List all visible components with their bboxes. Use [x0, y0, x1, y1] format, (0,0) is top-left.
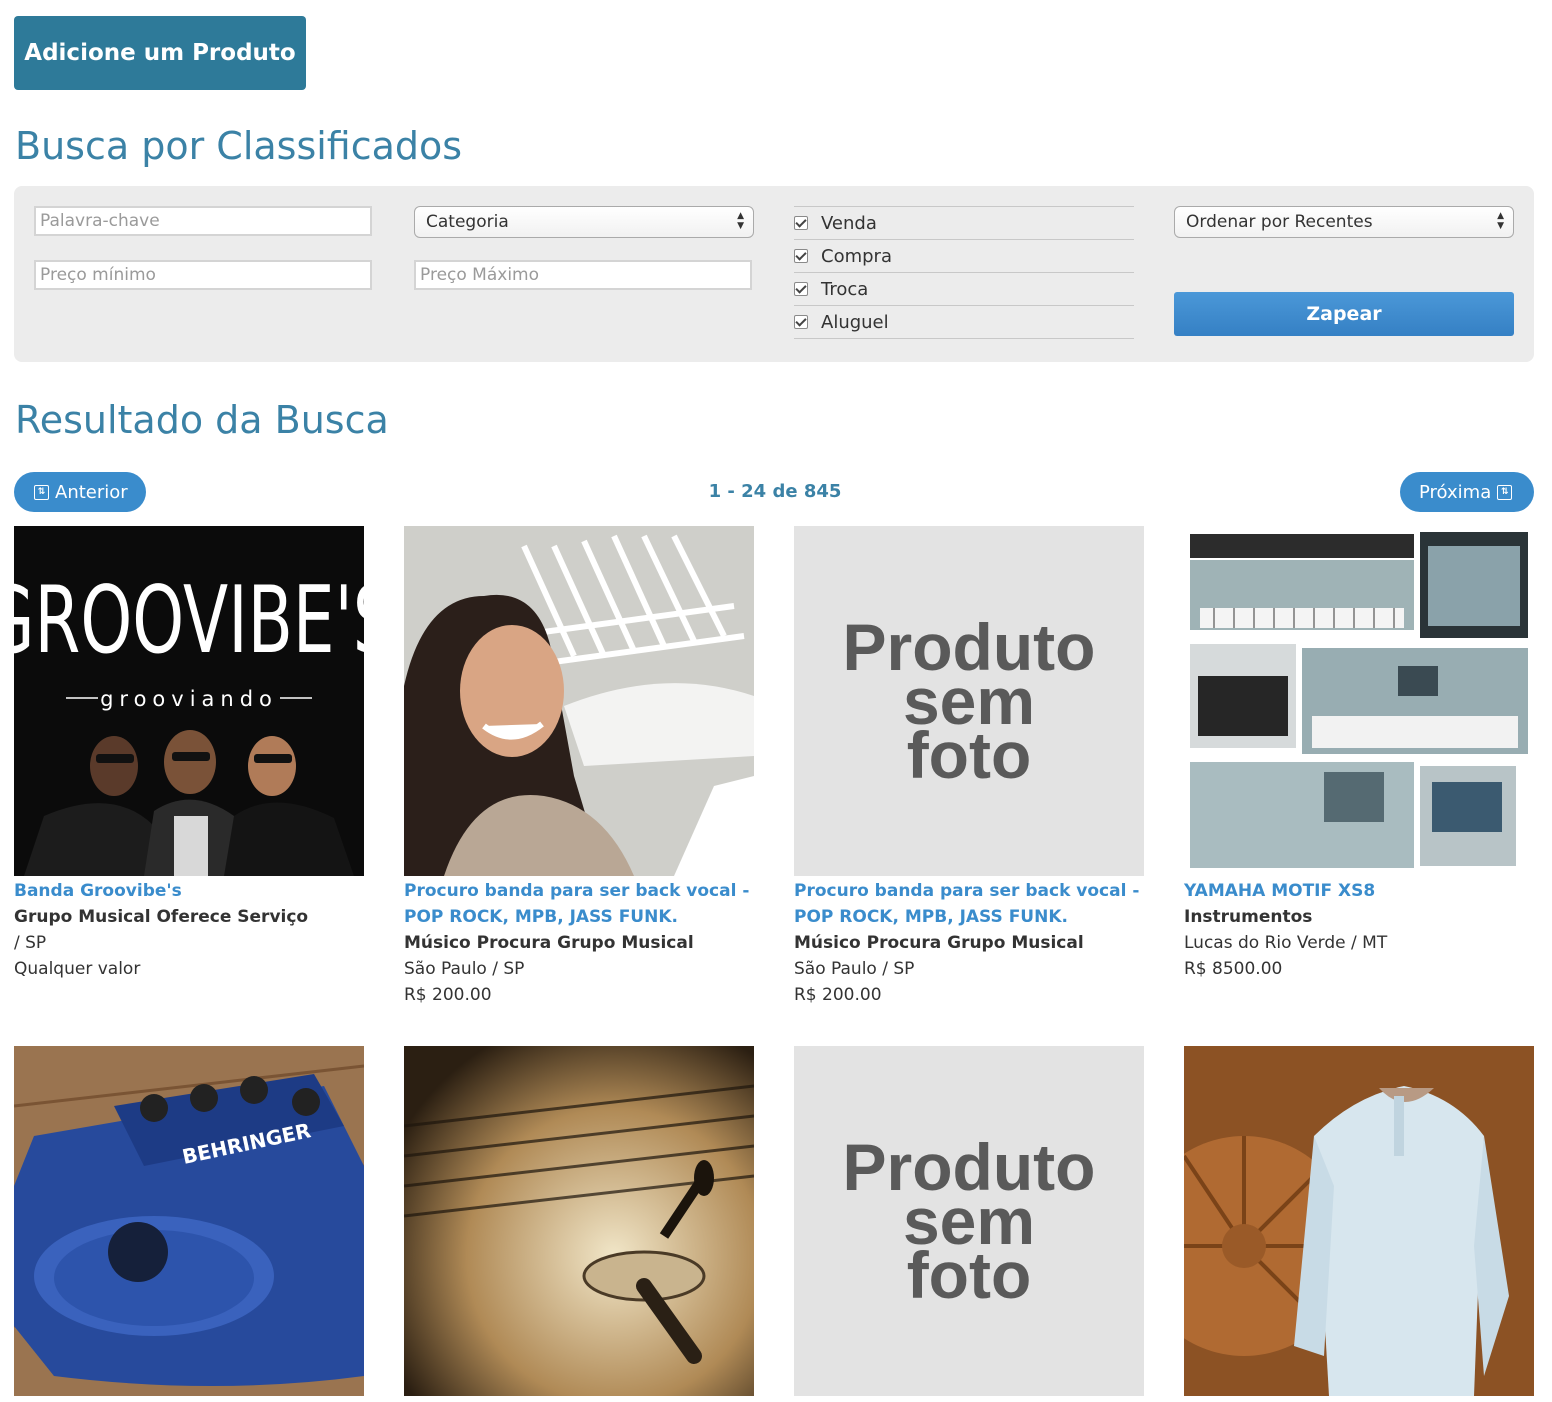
product-location: São Paulo / SP: [404, 959, 525, 979]
product-location: / SP: [14, 933, 47, 953]
sort-select-value: Ordenar por Recentes: [1186, 212, 1373, 232]
product-title[interactable]: YAMAHA MOTIF XS8: [1184, 878, 1534, 904]
results-title: Resultado da Busca: [15, 398, 389, 442]
product-price: R$ 200.00: [794, 985, 882, 1005]
product-card[interactable]: Produto sem foto Procuro banda para ser …: [794, 526, 1144, 1008]
svg-text:grooviando: grooviando: [100, 687, 278, 711]
product-no-photo-placeholder[interactable]: Produto sem foto: [794, 526, 1144, 876]
product-location: São Paulo / SP: [794, 959, 915, 979]
checkbox-checked-icon[interactable]: [794, 315, 808, 329]
product-title[interactable]: Banda Groovibe's: [14, 878, 364, 904]
product-card[interactable]: Procuro banda para ser back vocal - POP …: [404, 526, 754, 1008]
category-select[interactable]: Categoria ▲ ▼: [414, 206, 754, 238]
max-price-input[interactable]: [414, 260, 752, 290]
type-label: Aluguel: [821, 311, 889, 333]
product-image-groovibes[interactable]: GROOVIBE'S grooviando: [14, 526, 364, 876]
results-counter: 1 - 24 de 845: [708, 481, 842, 502]
product-no-photo-placeholder[interactable]: Produto sem foto: [794, 1046, 1144, 1396]
sort-select[interactable]: Ordenar por Recentes ▲ ▼: [1174, 206, 1514, 238]
type-venda-checkbox[interactable]: Venda: [794, 206, 1134, 239]
product-image-shirt[interactable]: [1184, 1046, 1534, 1396]
search-title: Busca por Classificados: [15, 124, 463, 168]
select-arrows-icon: ▲ ▼: [737, 211, 744, 231]
product-image-guitar[interactable]: [404, 1046, 754, 1396]
previous-page-button[interactable]: ⇅ Anterior: [14, 472, 146, 512]
product-category: Músico Procura Grupo Musical: [794, 933, 1084, 953]
product-image-selfie[interactable]: [404, 526, 754, 876]
product-card[interactable]: [1184, 1046, 1534, 1396]
category-select-value: Categoria: [426, 212, 509, 232]
product-category: Músico Procura Grupo Musical: [404, 933, 694, 953]
select-arrows-icon: ▲ ▼: [1497, 211, 1504, 231]
checkbox-checked-icon[interactable]: [794, 216, 808, 230]
product-location: Lucas do Rio Verde / MT: [1184, 933, 1388, 953]
product-image-yamaha[interactable]: [1184, 526, 1534, 876]
product-price: Qualquer valor: [14, 959, 141, 979]
svg-text:GROOVIBE'S: GROOVIBE'S: [14, 566, 364, 674]
page-icon: ⇅: [34, 484, 49, 500]
search-submit-button[interactable]: Zapear: [1174, 292, 1514, 336]
product-card[interactable]: GROOVIBE'S grooviando Banda Groovibe's G…: [14, 526, 364, 982]
no-photo-text: foto: [906, 1238, 1032, 1312]
no-photo-text: foto: [906, 718, 1032, 792]
type-label: Venda: [821, 212, 877, 234]
checkbox-checked-icon[interactable]: [794, 249, 808, 263]
next-page-label: Próxima: [1419, 481, 1492, 503]
product-card[interactable]: BEHRINGER: [14, 1046, 364, 1396]
add-product-button[interactable]: Adicione um Produto: [14, 16, 306, 90]
page-icon: ⇅: [1497, 484, 1513, 500]
product-title[interactable]: Procuro banda para ser back vocal - POP …: [404, 878, 754, 930]
keyword-input[interactable]: [34, 206, 372, 236]
checkbox-checked-icon[interactable]: [794, 282, 808, 296]
product-title[interactable]: Procuro banda para ser back vocal - POP …: [794, 878, 1144, 930]
type-label: Compra: [821, 245, 892, 267]
listing-type-filters: Venda Compra Troca Aluguel: [794, 206, 1134, 339]
type-aluguel-checkbox[interactable]: Aluguel: [794, 305, 1134, 339]
product-card[interactable]: YAMAHA MOTIF XS8 Instrumentos Lucas do R…: [1184, 526, 1534, 982]
product-card[interactable]: Produto sem foto: [794, 1046, 1144, 1396]
min-price-input[interactable]: [34, 260, 372, 290]
next-page-button[interactable]: Próxima ⇅: [1400, 472, 1534, 512]
type-compra-checkbox[interactable]: Compra: [794, 239, 1134, 272]
search-panel: Categoria ▲▼ Venda Compra Troca Aluguel …: [14, 186, 1534, 362]
product-price: R$ 8500.00: [1184, 959, 1283, 979]
product-category: Instrumentos: [1184, 907, 1313, 927]
product-card[interactable]: [404, 1046, 754, 1396]
type-troca-checkbox[interactable]: Troca: [794, 272, 1134, 305]
type-label: Troca: [821, 278, 869, 300]
product-image-pedal[interactable]: BEHRINGER: [14, 1046, 364, 1396]
product-price: R$ 200.00: [404, 985, 492, 1005]
previous-page-label: Anterior: [55, 481, 128, 503]
product-category: Grupo Musical Oferece Serviço: [14, 907, 309, 927]
